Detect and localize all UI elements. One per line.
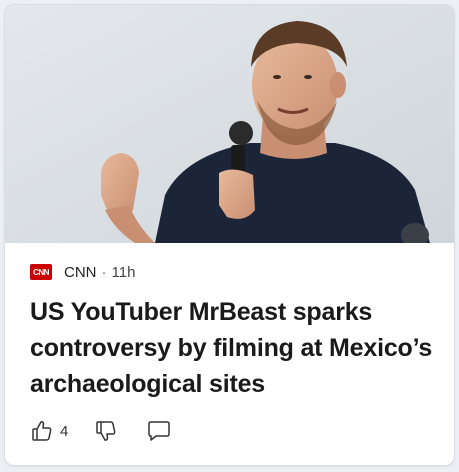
reaction-bar: 4 bbox=[30, 418, 172, 444]
article-image[interactable] bbox=[5, 5, 454, 243]
article-headline[interactable]: US YouTuber MrBeast sparks controversy b… bbox=[30, 294, 440, 402]
cnn-logo-icon: CNN bbox=[30, 264, 52, 280]
news-card[interactable]: CNN CNN · 11h US YouTuber MrBeast sparks… bbox=[5, 5, 454, 465]
article-meta: CNN CNN · 11h bbox=[30, 261, 135, 283]
like-button[interactable]: 4 bbox=[30, 419, 68, 443]
comment-button[interactable] bbox=[146, 419, 172, 443]
thumbs-down-icon bbox=[96, 421, 116, 441]
dislike-button[interactable] bbox=[94, 419, 118, 443]
source-name[interactable]: CNN bbox=[64, 264, 97, 281]
article-photo bbox=[5, 5, 454, 243]
like-count: 4 bbox=[60, 422, 69, 440]
meta-separator: · bbox=[101, 263, 107, 281]
comment-icon bbox=[148, 421, 171, 441]
thumbs-up-icon bbox=[32, 421, 52, 441]
article-age: 11h bbox=[111, 263, 136, 281]
